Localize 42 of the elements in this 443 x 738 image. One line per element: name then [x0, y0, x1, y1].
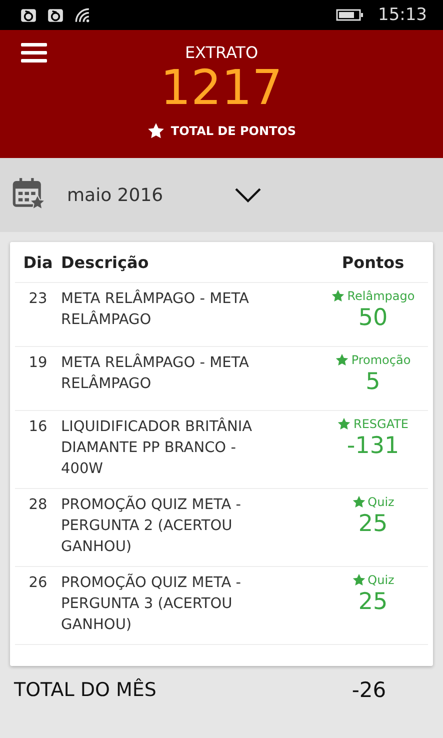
day-cell-text: 26: [28, 574, 48, 593]
points-value: 5: [366, 368, 380, 397]
description-cell-text: PROMOÇÃO QUIZ META - PERGUNTA 2 (ACERTOU GANHOU): [61, 495, 242, 557]
star-icon: [337, 417, 352, 431]
notification-icon: [20, 6, 37, 24]
month-dropdown[interactable]: maio 2016: [67, 184, 262, 206]
description-cell-text: META RELÂMPAGO - META RELÂMPAGO: [61, 289, 250, 330]
month-total-value: -26: [350, 678, 388, 702]
star-icon: [352, 573, 366, 587]
column-header: Dia: [22, 252, 54, 272]
points-value: 25: [358, 510, 388, 539]
menu-icon[interactable]: [21, 43, 47, 63]
day-cell-text: 23: [28, 290, 48, 309]
category-label: Quiz: [368, 573, 394, 587]
column-header: Pontos: [340, 252, 406, 272]
notification-icon: [47, 6, 64, 24]
points-total: 1217: [160, 62, 283, 114]
description-cell-text: PROMOÇÃO QUIZ META - PERGUNTA 3 (ACERTOU GANHOU): [61, 573, 242, 635]
column-header: Descrição: [61, 252, 150, 272]
battery-icon: [336, 8, 364, 22]
category-label: Relâmpago: [347, 289, 415, 303]
points-value: -131: [346, 432, 400, 461]
category-label: Promoção: [351, 353, 411, 367]
day-cell-text: 28: [28, 496, 48, 515]
star-icon: [331, 289, 346, 303]
points-label: TOTAL DE PONTOS: [170, 124, 296, 138]
star-icon: [146, 122, 165, 140]
description-cell-text: LIQUIDIFICADOR BRITÂNIA DIAMANTE PP BRANCO - 400W: [61, 417, 254, 479]
clock-time: 15:13: [378, 5, 427, 25]
star-icon: [335, 353, 350, 367]
category-label: Quiz: [368, 495, 394, 509]
wifi-icon: [74, 6, 91, 24]
points-value: 25: [358, 588, 388, 617]
chevron-down-icon: [235, 187, 262, 203]
category-label: RESGATE: [353, 417, 409, 431]
points-value: 50: [358, 304, 388, 333]
day-cell-text: 16: [28, 418, 48, 437]
page-title: EXTRATO: [184, 43, 258, 62]
day-cell-text: 19: [28, 354, 48, 373]
description-cell-text: META RELÂMPAGO - META RELÂMPAGO: [61, 353, 250, 394]
month-total-label: TOTAL DO MÊS: [14, 679, 158, 701]
star-icon: [352, 495, 366, 509]
